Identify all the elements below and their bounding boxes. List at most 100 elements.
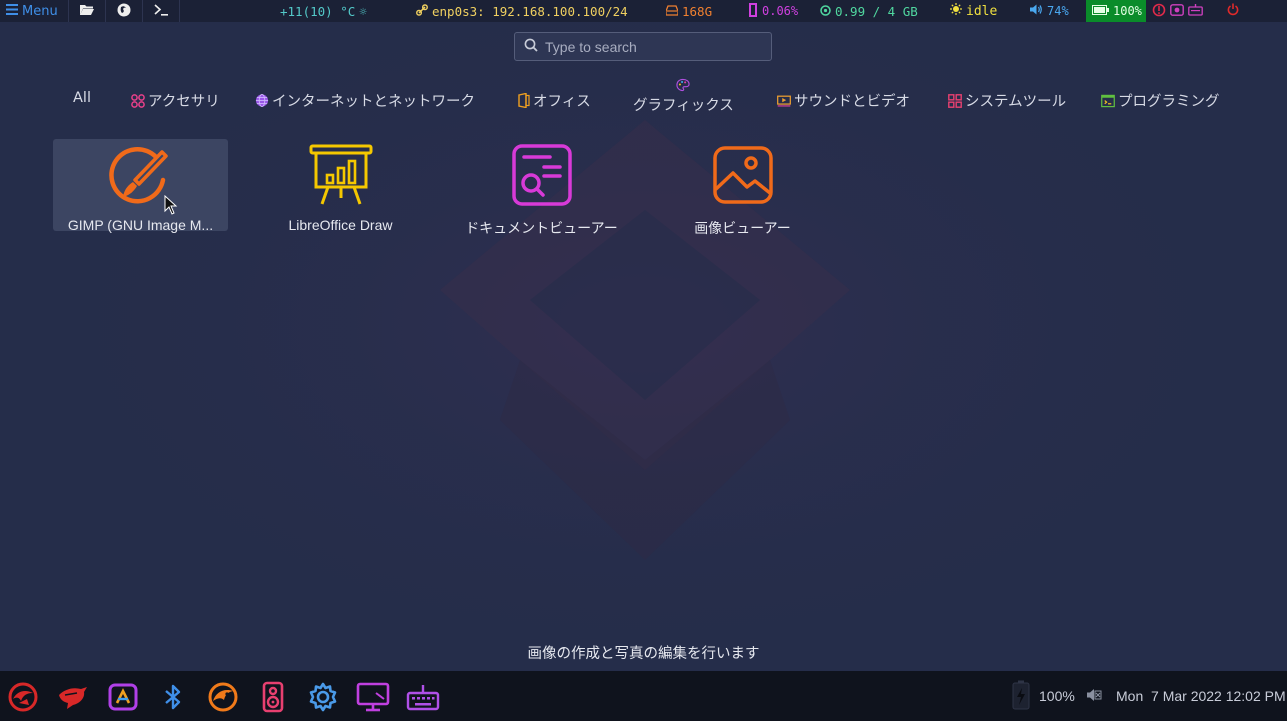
category-label: サウンドとビデオ [794,94,910,110]
dock-settings[interactable] [306,680,340,714]
category-programming[interactable]: プログラミング [1101,90,1220,111]
mouse-cursor-icon [164,195,178,215]
app-document-viewer[interactable]: ドキュメントビューアー [454,139,629,237]
dock-keyboard[interactable] [406,680,440,714]
dragon-logo-icon [8,682,38,712]
document-viewer-icon [510,143,574,211]
dock-speaker[interactable] [256,680,290,714]
dock-app-store[interactable] [106,680,140,714]
app-label: 画像ビューアー [694,221,791,237]
memory-value: 0.99 / 4 GB [835,3,918,19]
cpu-icon [748,2,758,20]
search-input[interactable] [545,38,765,55]
palette-icon [676,78,691,92]
bird-logo-icon [59,687,87,709]
network-widget: enp0s3: 192.168.100.100/24 [410,0,660,22]
dock-kali-red[interactable] [56,680,90,714]
programming-icon [1101,94,1115,108]
idle-value: idle [966,3,998,19]
battery-widget: 100% [1086,0,1146,22]
category-label: All [73,90,91,106]
app-description: 画像の作成と写真の編集を行います [527,646,760,662]
browser-button[interactable] [105,0,142,22]
category-label: システムツール [965,94,1067,110]
category-internet[interactable]: インターネットとネットワーク [255,90,475,111]
folder-open-icon [80,4,94,19]
speaker-icon [1030,4,1043,18]
chip-icon [820,4,831,19]
app-image-viewer[interactable]: 画像ビューアー [655,139,830,237]
clock[interactable]: Mon 7 Mar 2022 12:02 PM [1116,671,1286,721]
gear-icon [309,682,337,712]
disk-widget: 168G [660,0,742,22]
dock-dragon-orange[interactable] [206,680,240,714]
accessories-icon [131,93,145,108]
sun-filled-icon [950,3,962,19]
idle-widget: idle [944,0,1024,22]
dock-display[interactable] [356,680,390,714]
alert-icon[interactable] [1152,3,1166,20]
volume-widget[interactable]: 74% [1024,0,1086,22]
topbar-spacer [179,0,209,22]
dock-bluetooth[interactable] [156,680,190,714]
image-viewer-icon [711,143,775,211]
presentation-chart-icon [308,143,374,211]
battery-charging-icon [1010,680,1032,713]
category-label: プログラミング [1118,94,1220,110]
battery-percent: 100% [1039,688,1075,704]
globe-icon [255,94,269,108]
file-manager-button[interactable] [68,0,105,22]
app-label: LibreOffice Draw [288,217,393,233]
app-label: GIMP (GNU Image M... [67,217,214,233]
category-accessories[interactable]: アクセサリ [131,90,220,111]
app-libreoffice-draw[interactable]: LibreOffice Draw [253,139,428,233]
volume-value: 74% [1047,4,1069,18]
speaker-box-icon [262,681,284,713]
gimp-icon [108,143,173,211]
category-all[interactable]: All [73,90,91,106]
category-graphics[interactable]: グラフィックス [633,78,734,115]
menu-button[interactable]: Menu [0,0,68,22]
hamburger-icon [6,3,18,19]
category-bar: All アクセサリ インターネットとネットワーク オフィス グラフィックス サウ… [0,78,1287,122]
firefox-icon [117,3,131,20]
video-icon [777,94,791,108]
power-button[interactable] [1220,0,1246,22]
keyboard-icon [406,685,440,711]
power-icon [1227,3,1239,19]
menu-label: Menu [22,3,58,19]
sun-icon: ☼ [359,3,367,19]
cpu-widget: 0.06% [742,0,814,22]
battery-value: 100% [1113,4,1142,18]
category-office[interactable]: オフィス [516,90,591,111]
temperature-value: +11(10) °C [280,3,356,19]
keyboard-tray-icon[interactable] [1188,3,1203,19]
office-icon [516,93,530,108]
category-label: アクセサリ [148,94,220,110]
memory-widget: 0.99 / 4 GB [814,0,944,22]
screen-record-icon[interactable] [1170,3,1184,19]
bluetooth-icon [165,684,181,710]
app-gimp[interactable]: GIMP (GNU Image M... [53,139,228,233]
battery-status[interactable]: 100% [1010,671,1075,721]
clock-datetime: Mon 7 Mar 2022 12:02 PM [1116,688,1286,704]
network-value: enp0s3: 192.168.100.100/24 [432,3,628,19]
system-tools-icon [948,93,962,108]
category-label: オフィス [533,94,591,110]
search-box[interactable] [514,32,772,61]
volume-status[interactable] [1086,671,1102,721]
top-panel: Menu +11(10) °C ☼ enp0s3: 192.168.100.10… [0,0,1287,22]
category-sound-video[interactable]: サウンドとビデオ [777,90,910,111]
battery-icon [1092,4,1109,18]
category-system-tools[interactable]: システムツール [948,90,1066,111]
category-label: インターネットとネットワーク [272,94,475,110]
monitor-icon [356,682,390,712]
temperature-widget: +11(10) °C ☼ [274,0,410,22]
hard-drive-icon [665,4,679,19]
speaker-muted-icon [1086,688,1102,705]
terminal-button[interactable] [142,0,179,22]
bottom-panel: 100% Mon 7 Mar 2022 12:02 PM [0,671,1287,721]
category-label: グラフィックス [633,98,734,114]
terminal-icon [153,3,169,19]
dock-dragon-logo[interactable] [6,680,40,714]
